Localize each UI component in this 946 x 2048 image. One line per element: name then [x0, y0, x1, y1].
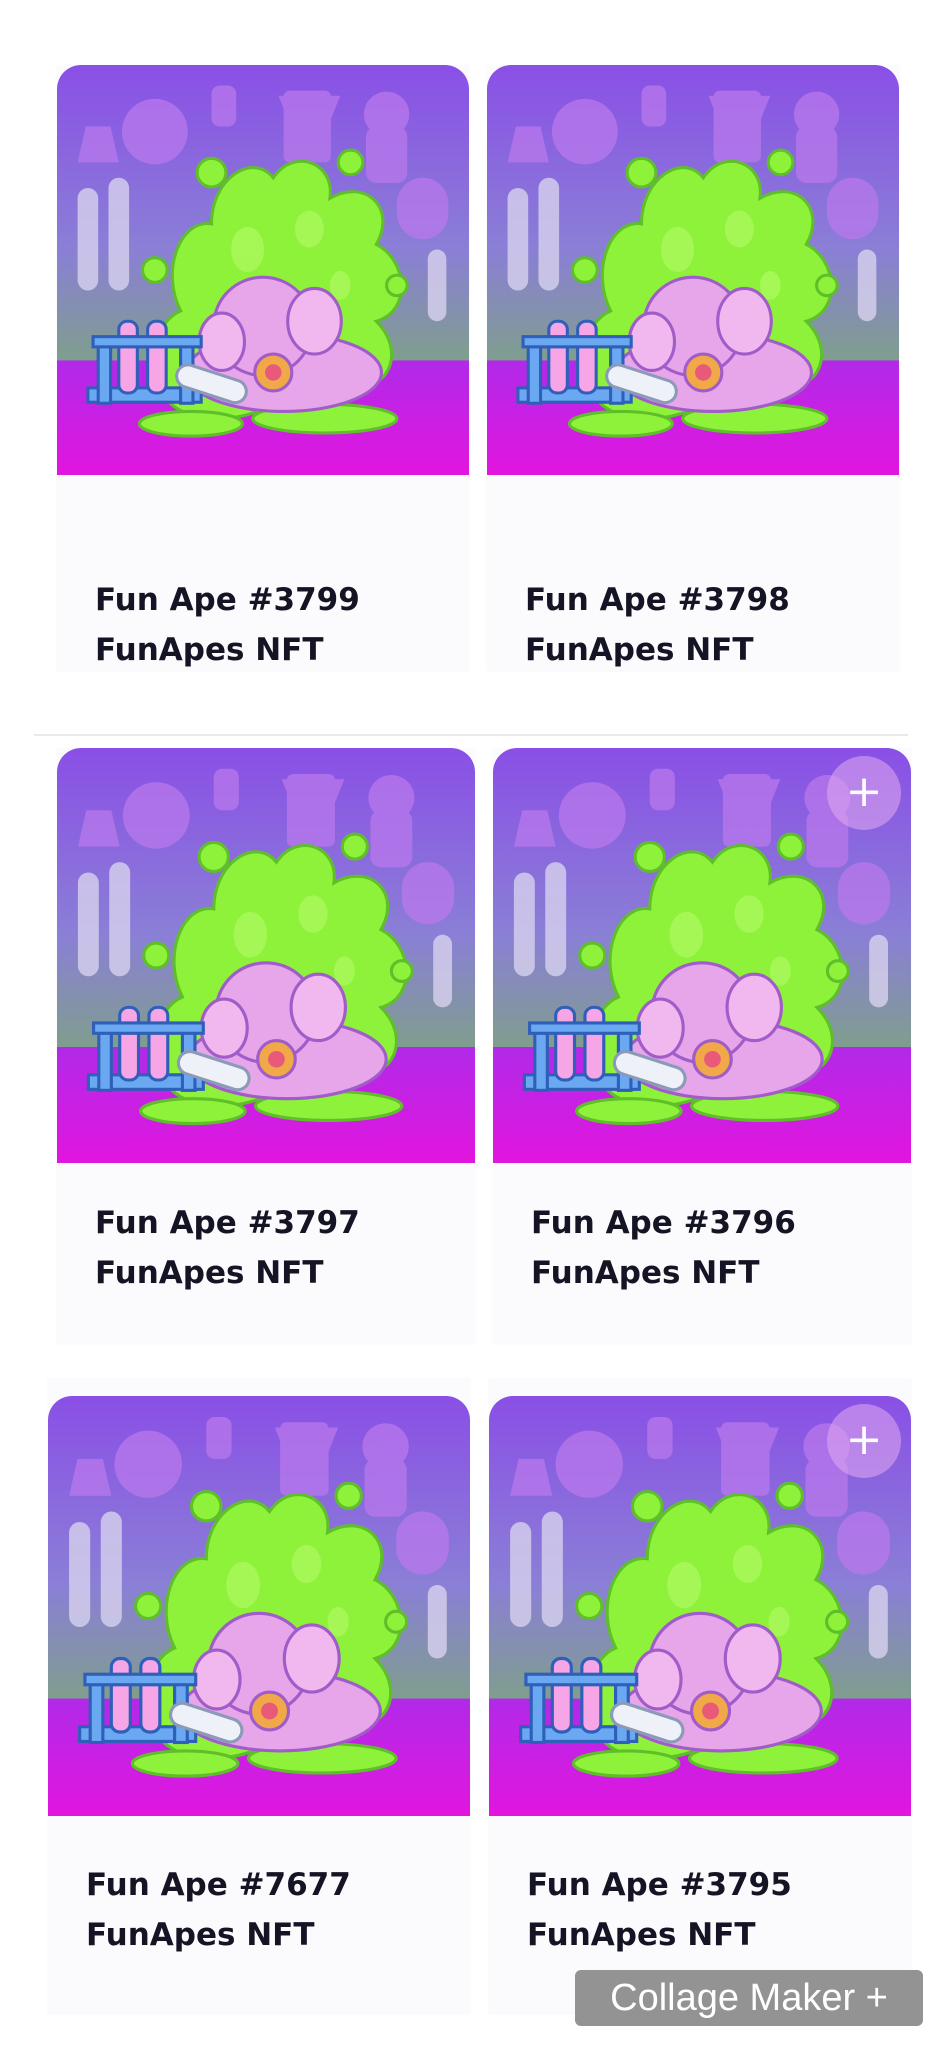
nft-info: Fun Ape #3797 FunApes NFT: [95, 1198, 465, 1298]
nft-title: Fun Ape #3799: [95, 582, 360, 618]
nft-collection-name: FunApes NFT: [527, 1917, 756, 1953]
collage-maker-watermark: Collage Maker +: [575, 1970, 923, 2026]
nft-title: Fun Ape #7677: [86, 1867, 351, 1903]
nft-card[interactable]: + Fun Ape #3796 FunApes NFT: [493, 748, 911, 1343]
nft-card[interactable]: + Fun Ape #3795 FunApes NFT: [489, 1378, 911, 2013]
add-to-collage-button[interactable]: +: [827, 1404, 901, 1478]
nft-title: Fun Ape #3796: [531, 1205, 796, 1241]
nft-collection-name: FunApes NFT: [525, 632, 754, 668]
nft-info: Fun Ape #7677 FunApes NFT: [86, 1860, 460, 1960]
nft-artwork-image[interactable]: [48, 1396, 470, 1816]
nft-title: Fun Ape #3798: [525, 582, 790, 618]
nft-info: Fun Ape #3799 FunApes NFT: [95, 575, 459, 670]
row-divider: [34, 734, 908, 736]
nft-collection-name: FunApes NFT: [95, 632, 324, 668]
add-to-collage-button[interactable]: +: [827, 756, 901, 830]
nft-collection-name: FunApes NFT: [86, 1917, 315, 1953]
nft-artwork-image[interactable]: [487, 65, 899, 475]
nft-title: Fun Ape #3795: [527, 1867, 792, 1903]
nft-card[interactable]: Fun Ape #3798 FunApes NFT: [487, 65, 899, 670]
nft-card[interactable]: Fun Ape #7677 FunApes NFT: [48, 1378, 470, 2013]
nft-info: Fun Ape #3796 FunApes NFT: [531, 1198, 901, 1298]
nft-card[interactable]: Fun Ape #3797 FunApes NFT: [57, 748, 475, 1343]
nft-info: Fun Ape #3795 FunApes NFT: [527, 1860, 901, 1960]
nft-card[interactable]: Fun Ape #3799 FunApes NFT: [57, 65, 469, 670]
nft-title: Fun Ape #3797: [95, 1205, 360, 1241]
nft-info: Fun Ape #3798 FunApes NFT: [525, 575, 889, 670]
nft-artwork-image[interactable]: [57, 65, 469, 475]
nft-collection-name: FunApes NFT: [95, 1255, 324, 1291]
nft-artwork-image[interactable]: [57, 748, 475, 1163]
nft-collection-name: FunApes NFT: [531, 1255, 760, 1291]
